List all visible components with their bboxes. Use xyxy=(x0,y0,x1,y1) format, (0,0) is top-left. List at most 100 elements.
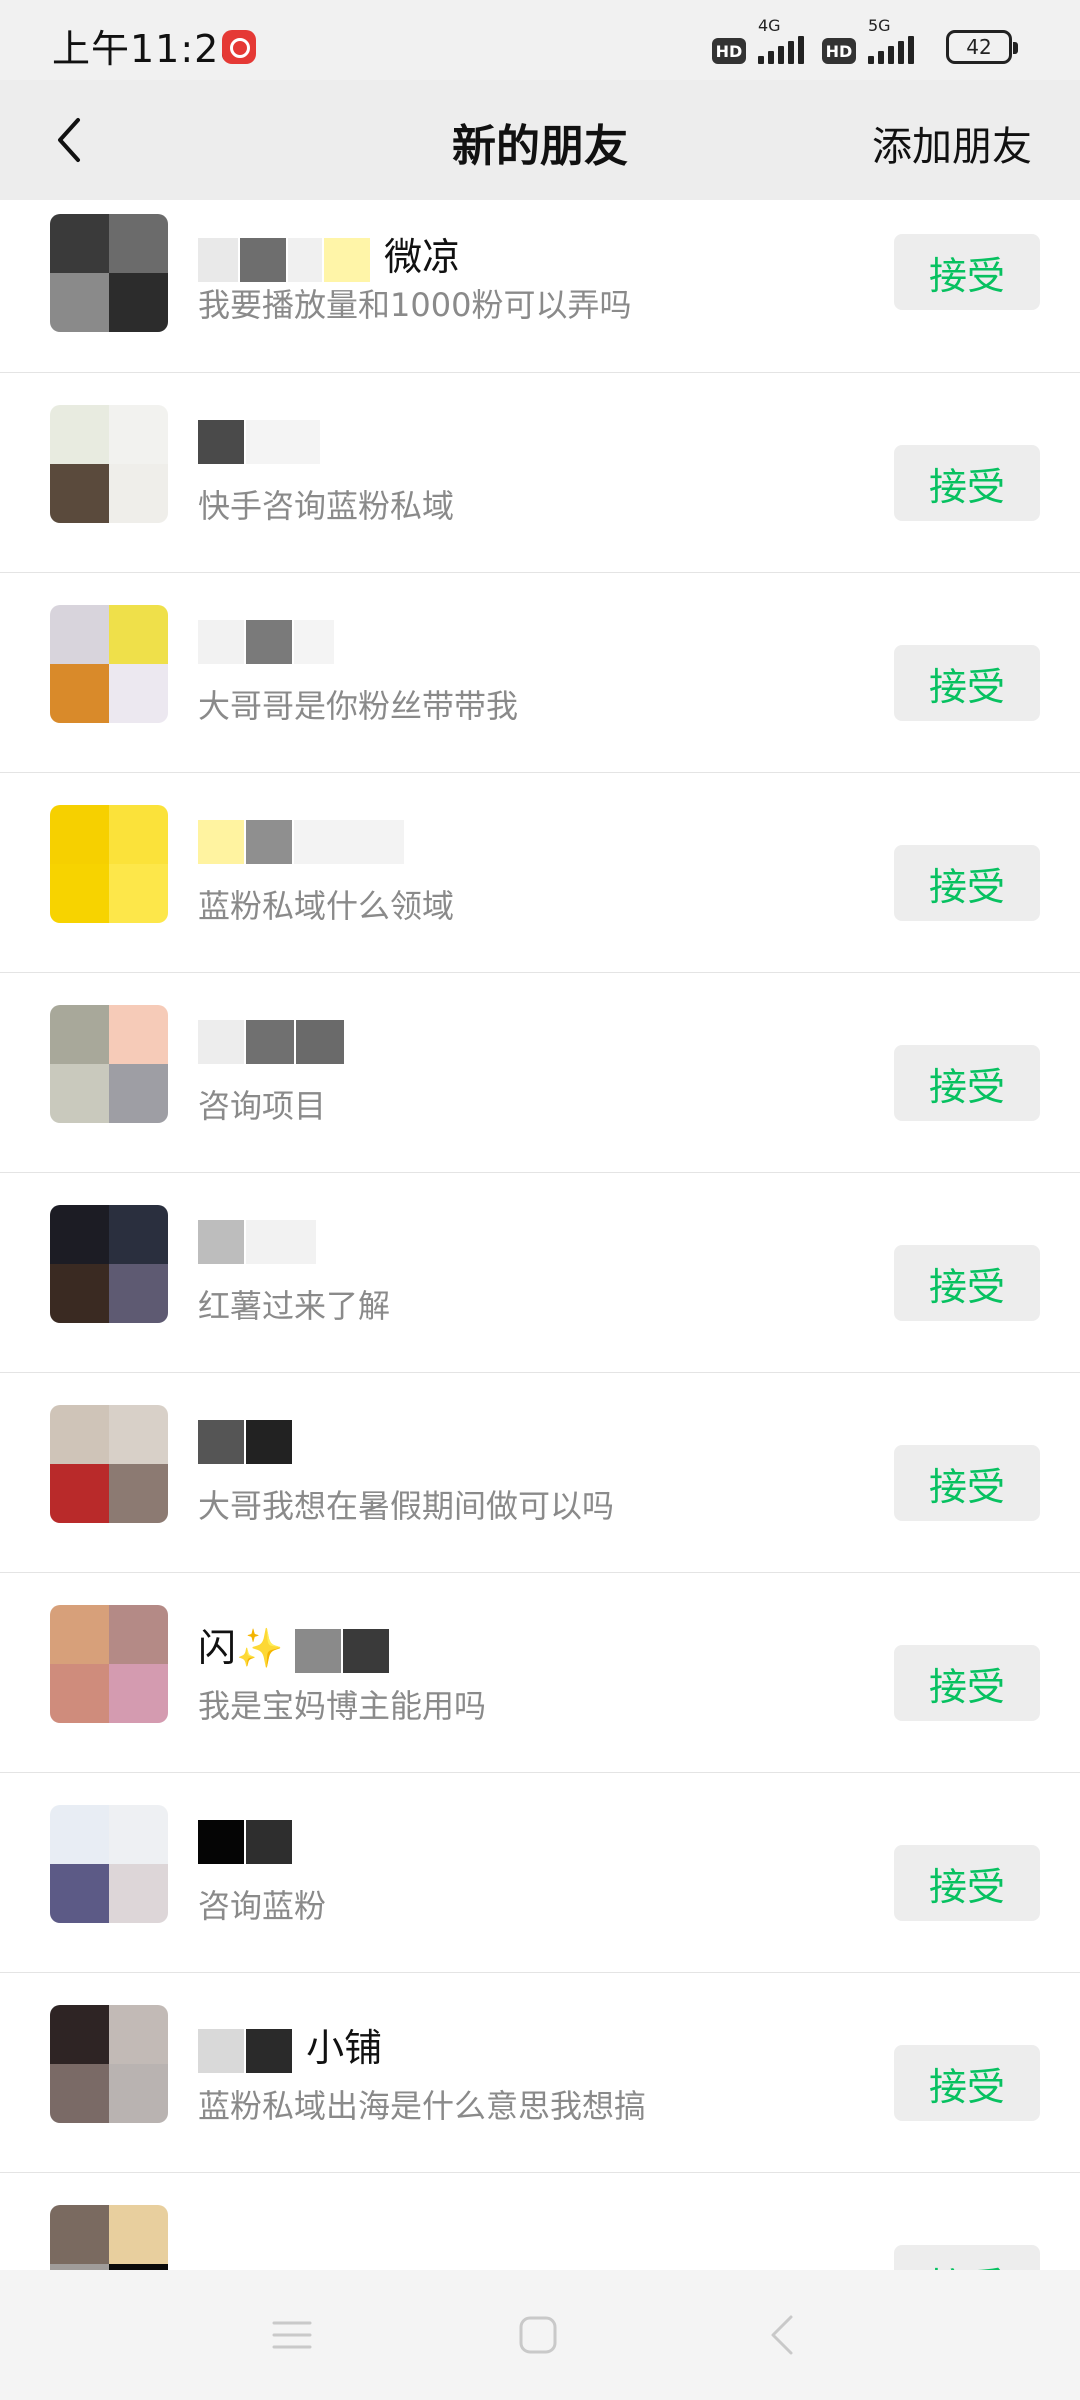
avatar xyxy=(50,1205,168,1323)
accept-button[interactable]: 接受 xyxy=(894,2245,1040,2270)
list-item[interactable]: 大哥我想在暑假期间做可以吗 接受 xyxy=(0,1373,1080,1573)
redacted-block xyxy=(295,1628,342,1673)
accept-button[interactable]: 接受 xyxy=(894,234,1040,310)
redacted-block xyxy=(288,237,322,282)
signal-bars-icon xyxy=(758,34,804,64)
friend-name xyxy=(198,817,406,864)
redacted-block xyxy=(198,819,244,864)
list-item[interactable]: 接受 xyxy=(0,2173,1080,2270)
avatar xyxy=(50,1405,168,1523)
redacted-block xyxy=(198,1219,244,1264)
system-navigation-bar xyxy=(0,2270,1080,2400)
avatar xyxy=(50,214,168,332)
accept-button[interactable]: 接受 xyxy=(894,645,1040,721)
status-bar: 上午11:28 HD 4G HD 5G 42 xyxy=(0,0,1080,80)
friend-name-text: 闪✨ xyxy=(198,1626,284,1670)
list-item[interactable]: 小铺 蓝粉私域出海是什么意思我想搞 接受 xyxy=(0,1973,1080,2173)
accept-button[interactable]: 接受 xyxy=(894,1045,1040,1121)
request-message: 红薯过来了解 xyxy=(198,1287,391,1325)
square-home-icon xyxy=(519,2316,557,2354)
avatar xyxy=(50,1005,168,1123)
back-icon[interactable] xyxy=(752,2310,812,2360)
avatar xyxy=(50,605,168,723)
request-message: 大哥我想在暑假期间做可以吗 xyxy=(198,1487,615,1525)
list-item[interactable]: 大哥哥是你粉丝带带我 接受 xyxy=(0,573,1080,773)
list-item[interactable]: 快手咨询蓝粉私域 接受 xyxy=(0,373,1080,573)
friend-name xyxy=(198,617,336,664)
friend-name: 微凉 xyxy=(198,226,460,282)
redacted-block xyxy=(246,2028,292,2073)
list-item[interactable]: 咨询蓝粉 接受 xyxy=(0,1773,1080,1973)
redacted-block xyxy=(198,1819,244,1864)
list-item[interactable]: 咨询项目 接受 xyxy=(0,973,1080,1173)
list-item[interactable]: 蓝粉私域什么领域 接受 xyxy=(0,773,1080,973)
friend-name-text: 微凉 xyxy=(384,235,461,279)
redacted-block xyxy=(246,819,292,864)
friend-name: 闪✨ xyxy=(198,1617,391,1673)
redacted-block xyxy=(294,619,334,664)
friend-name: 小铺 xyxy=(198,2017,382,2073)
friend-request-list: 微凉 我要播放量和1000粉可以弄吗 接受 快手咨询蓝粉私域 接受 大哥哥是你粉… xyxy=(0,200,1080,2270)
request-message: 快手咨询蓝粉私域 xyxy=(198,487,455,525)
redacted-block xyxy=(324,237,370,282)
triangle-back-icon xyxy=(771,2315,793,2355)
list-item[interactable]: 闪✨ 我是宝妈博主能用吗 接受 xyxy=(0,1573,1080,1773)
accept-button[interactable]: 接受 xyxy=(894,445,1040,521)
redacted-block xyxy=(198,2028,244,2073)
redacted-block xyxy=(246,1819,292,1864)
home-icon[interactable] xyxy=(508,2310,568,2360)
hd-icon: HD xyxy=(822,38,856,64)
redacted-block xyxy=(246,1419,292,1464)
menu-icon[interactable] xyxy=(262,2310,322,2360)
add-friend-button[interactable]: 添加朋友 xyxy=(872,114,1032,172)
app-notification-icon xyxy=(222,30,256,64)
request-message: 蓝粉私域出海是什么意思我想搞 xyxy=(198,2087,647,2125)
avatar xyxy=(50,2005,168,2123)
accept-button[interactable]: 接受 xyxy=(894,845,1040,921)
avatar xyxy=(50,1805,168,1923)
redacted-block xyxy=(294,819,404,864)
status-time: 上午11:28 xyxy=(52,27,245,71)
redacted-block xyxy=(246,1219,316,1264)
accept-button[interactable]: 接受 xyxy=(894,1445,1040,1521)
signal-5g: HD 5G xyxy=(822,16,914,64)
accept-button[interactable]: 接受 xyxy=(894,1245,1040,1321)
avatar xyxy=(50,805,168,923)
request-message: 我要播放量和1000粉可以弄吗 xyxy=(198,286,632,324)
battery-icon: 42 xyxy=(946,30,1018,64)
network-type-5g: 5G xyxy=(868,16,891,35)
redacted-block xyxy=(246,619,292,664)
redacted-block xyxy=(198,419,244,464)
menu-lines-icon xyxy=(272,2321,312,2349)
network-type-4g: 4G xyxy=(758,16,781,35)
signal-4g: HD 4G xyxy=(712,16,804,64)
friend-name xyxy=(198,1417,294,1464)
redacted-block xyxy=(198,1019,244,1064)
top-app-bar: 新的朋友 添加朋友 xyxy=(0,80,1080,200)
request-message: 大哥哥是你粉丝带带我 xyxy=(198,687,519,725)
friend-name-text: 小铺 xyxy=(306,2026,383,2070)
redacted-block xyxy=(296,1019,344,1064)
list-item[interactable]: 红薯过来了解 接受 xyxy=(0,1173,1080,1373)
redacted-block xyxy=(240,237,286,282)
signal-bars-icon xyxy=(868,34,914,64)
friend-name xyxy=(198,1017,346,1064)
redacted-block xyxy=(246,419,320,464)
hd-icon: HD xyxy=(712,38,746,64)
request-message: 咨询项目 xyxy=(198,1087,327,1125)
accept-button[interactable]: 接受 xyxy=(894,2045,1040,2121)
avatar xyxy=(50,1605,168,1723)
redacted-block xyxy=(343,1628,390,1673)
request-message: 咨询蓝粉 xyxy=(198,1887,327,1925)
request-message: 蓝粉私域什么领域 xyxy=(198,887,455,925)
friend-name xyxy=(198,417,322,464)
redacted-block xyxy=(198,1419,244,1464)
friend-name xyxy=(198,1817,294,1864)
redacted-block xyxy=(198,619,244,664)
list-item[interactable]: 微凉 我要播放量和1000粉可以弄吗 接受 xyxy=(0,200,1080,373)
redacted-block xyxy=(246,1019,294,1064)
request-message: 我是宝妈博主能用吗 xyxy=(198,1687,487,1725)
accept-button[interactable]: 接受 xyxy=(894,1845,1040,1921)
accept-button[interactable]: 接受 xyxy=(894,1645,1040,1721)
avatar xyxy=(50,2205,168,2270)
